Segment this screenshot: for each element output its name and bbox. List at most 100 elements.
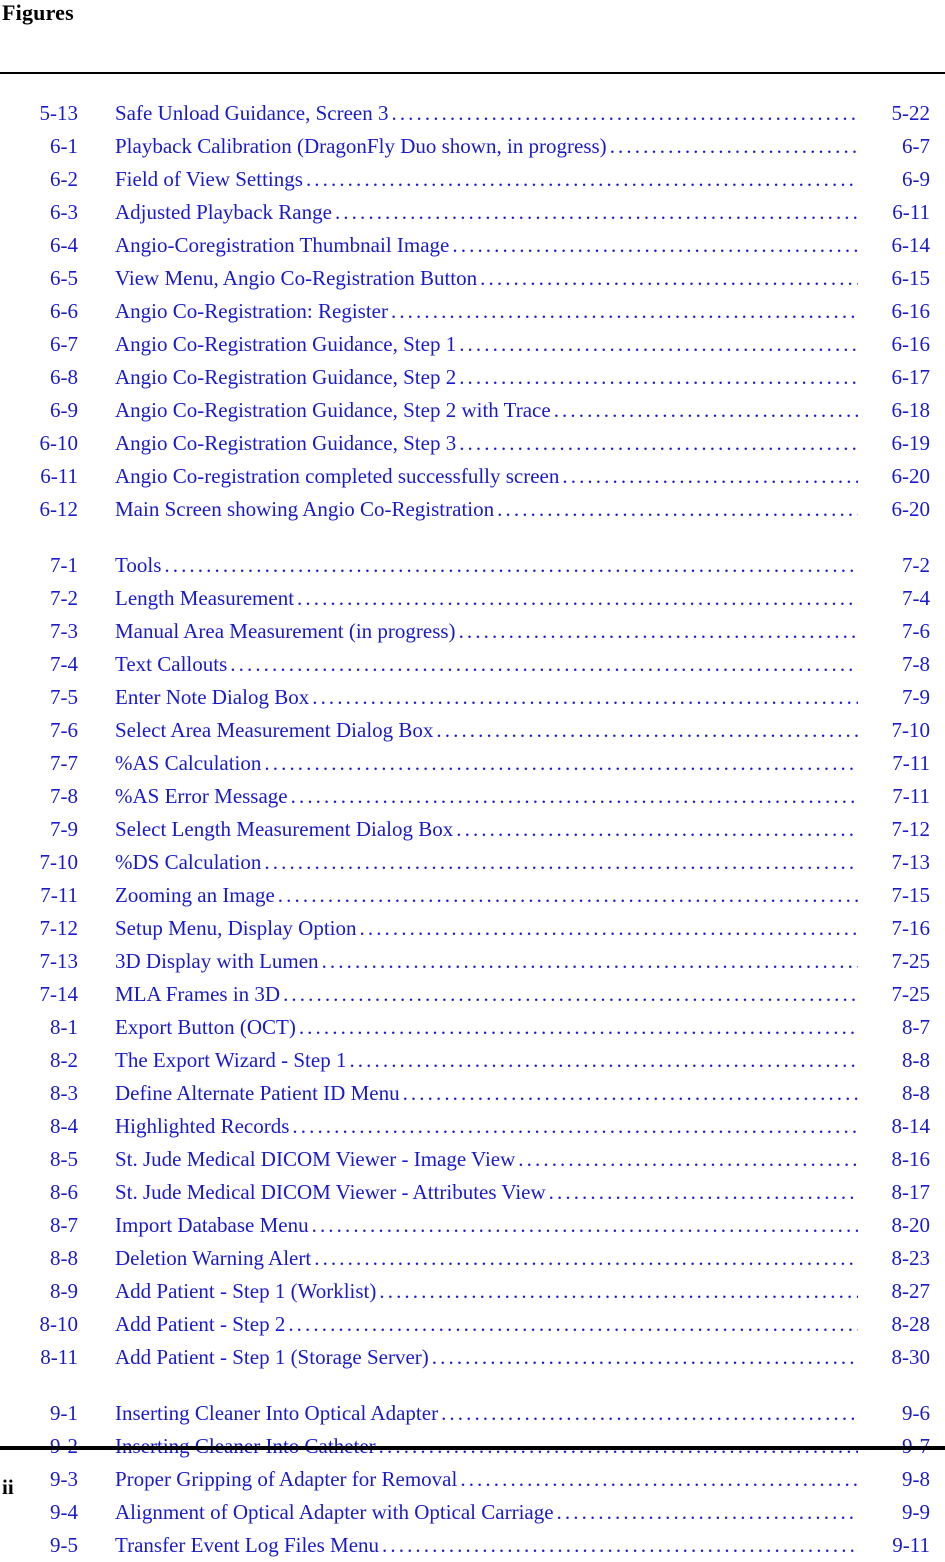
figure-entry-row[interactable]: 9-4 Alignment of Optical Adapter with Opt… <box>0 1496 945 1529</box>
figure-page-number[interactable]: 9-9 <box>858 1496 945 1529</box>
figure-page-number[interactable]: 6-15 <box>858 262 945 295</box>
figure-page-number[interactable]: 8-7 <box>858 1011 945 1044</box>
figure-page-number[interactable]: 8-27 <box>858 1275 945 1308</box>
figure-page-number[interactable]: 9-8 <box>858 1463 945 1496</box>
figure-entry-row[interactable]: 7-7 %AS Calculation......................… <box>0 747 945 780</box>
figure-page-number[interactable]: 9-6 <box>858 1397 945 1430</box>
figure-page-number[interactable]: 7-2 <box>858 549 945 582</box>
figure-title[interactable]: Angio Co-Registration Guidance, Step 2 w… <box>115 394 551 427</box>
figure-page-number[interactable]: 5-22 <box>858 97 945 130</box>
figure-page-number[interactable]: 8-30 <box>858 1341 945 1374</box>
figure-entry-row[interactable]: 7-10 %DS Calculation.....................… <box>0 846 945 879</box>
figure-entry-row[interactable]: 7-5 Enter Note Dialog Box................… <box>0 681 945 714</box>
figure-entry-row[interactable]: 7-13 3D Display with Lumen...............… <box>0 945 945 978</box>
figure-title[interactable]: Define Alternate Patient ID Menu <box>115 1077 400 1110</box>
figure-page-number[interactable]: 7-15 <box>858 879 945 912</box>
figure-page-number[interactable]: 7-11 <box>858 747 945 780</box>
figure-page-number[interactable]: 6-16 <box>858 295 945 328</box>
figure-page-number[interactable]: 7-9 <box>858 681 945 714</box>
figure-title[interactable]: Inserting Cleaner Into Optical Adapter <box>115 1397 438 1430</box>
figure-title[interactable]: Add Patient - Step 2 <box>115 1308 285 1341</box>
figure-title[interactable]: Length Measurement <box>115 582 294 615</box>
figure-entry-row[interactable]: 6-2 Field of View Settings...............… <box>0 163 945 196</box>
figure-entry-row[interactable]: 6-5 View Menu, Angio Co-Registration Butt… <box>0 262 945 295</box>
figure-entry-row[interactable]: 6-3 Adjusted Playback Range..............… <box>0 196 945 229</box>
figure-title[interactable]: Angio Co-Registration Guidance, Step 3 <box>115 427 456 460</box>
figure-title[interactable]: %DS Calculation <box>115 846 261 879</box>
figure-page-number[interactable]: 6-14 <box>858 229 945 262</box>
figure-entry-row[interactable]: 8-11 Add Patient - Step 1 (Storage Server… <box>0 1341 945 1374</box>
figure-title[interactable]: Select Area Measurement Dialog Box <box>115 714 433 747</box>
figure-entry-row[interactable]: 8-6 St. Jude Medical DICOM Viewer - Attri… <box>0 1176 945 1209</box>
figure-entry-row[interactable]: 9-1 Inserting Cleaner Into Optical Adapte… <box>0 1397 945 1430</box>
figure-page-number[interactable]: 7-16 <box>858 912 945 945</box>
figure-page-number[interactable]: 7-8 <box>858 648 945 681</box>
figure-entry-row[interactable]: 5-13 Safe Unload Guidance, Screen 3......… <box>0 97 945 130</box>
figure-title[interactable]: The Export Wizard - Step 1 <box>115 1044 346 1077</box>
figure-title[interactable]: Add Patient - Step 1 (Worklist) <box>115 1275 376 1308</box>
figure-title[interactable]: Adjusted Playback Range <box>115 196 332 229</box>
figure-page-number[interactable]: 8-16 <box>858 1143 945 1176</box>
figure-title[interactable]: Import Database Menu <box>115 1209 309 1242</box>
figure-page-number[interactable]: 6-20 <box>858 493 945 526</box>
figure-title[interactable]: 3D Display with Lumen <box>115 945 319 978</box>
figure-entry-row[interactable]: 7-8 %AS Error Message....................… <box>0 780 945 813</box>
figure-entry-row[interactable]: 8-2 The Export Wizard - Step 1...........… <box>0 1044 945 1077</box>
figure-entry-row[interactable]: 6-11 Angio Co-registration completed succ… <box>0 460 945 493</box>
figure-page-number[interactable]: 6-18 <box>858 394 945 427</box>
figure-entry-row[interactable]: 8-1 Export Button (OCT)..................… <box>0 1011 945 1044</box>
figure-entry-row[interactable]: 7-11 Zooming an Image....................… <box>0 879 945 912</box>
figure-entry-row[interactable]: 6-8 Angio Co-Registration Guidance, Step … <box>0 361 945 394</box>
figure-title[interactable]: St. Jude Medical DICOM Viewer - Image Vi… <box>115 1143 515 1176</box>
figure-entry-row[interactable]: 6-12 Main Screen showing Angio Co-Registr… <box>0 493 945 526</box>
figure-entry-row[interactable]: 9-5 Transfer Event Log Files Menu........… <box>0 1529 945 1562</box>
figure-entry-row[interactable]: 6-9 Angio Co-Registration Guidance, Step … <box>0 394 945 427</box>
figure-title[interactable]: Select Length Measurement Dialog Box <box>115 813 453 846</box>
figure-entry-row[interactable]: 8-3 Define Alternate Patient ID Menu.....… <box>0 1077 945 1110</box>
figure-entry-row[interactable]: 7-2 Length Measurement...................… <box>0 582 945 615</box>
figure-page-number[interactable]: 6-20 <box>858 460 945 493</box>
figure-title[interactable]: %AS Error Message <box>115 780 288 813</box>
figure-page-number[interactable]: 6-9 <box>858 163 945 196</box>
figure-title[interactable]: %AS Calculation <box>115 747 261 780</box>
figure-entry-row[interactable]: 8-9 Add Patient - Step 1 (Worklist)......… <box>0 1275 945 1308</box>
figure-entry-row[interactable]: 7-3 Manual Area Measurement (in progress)… <box>0 615 945 648</box>
figure-page-number[interactable]: 6-17 <box>858 361 945 394</box>
figure-page-number[interactable]: 7-10 <box>858 714 945 747</box>
figure-title[interactable]: St. Jude Medical DICOM Viewer - Attribut… <box>115 1176 546 1209</box>
figure-page-number[interactable]: 6-11 <box>858 196 945 229</box>
figure-page-number[interactable]: 6-16 <box>858 328 945 361</box>
figure-entry-row[interactable]: 8-4 Highlighted Records..................… <box>0 1110 945 1143</box>
figure-title[interactable]: Add Patient - Step 1 (Storage Server) <box>115 1341 429 1374</box>
figure-title[interactable]: Field of View Settings <box>115 163 303 196</box>
figure-title[interactable]: Transfer Event Log Files Menu <box>115 1529 379 1562</box>
figure-page-number[interactable]: 8-8 <box>858 1077 945 1110</box>
figure-title[interactable]: Zooming an Image <box>115 879 275 912</box>
figure-entry-row[interactable]: 6-1 Playback Calibration (DragonFly Duo s… <box>0 130 945 163</box>
figure-title[interactable]: Enter Note Dialog Box <box>115 681 309 714</box>
figure-title[interactable]: Angio Co-Registration Guidance, Step 2 <box>115 361 456 394</box>
figure-title[interactable]: Main Screen showing Angio Co-Registratio… <box>115 493 494 526</box>
figure-entry-row[interactable]: 7-1 Tools................................… <box>0 549 945 582</box>
figure-page-number[interactable]: 7-6 <box>858 615 945 648</box>
figure-title[interactable]: Text Callouts <box>115 648 227 681</box>
figure-page-number[interactable]: 7-4 <box>858 582 945 615</box>
figure-title[interactable]: Angio-Coregistration Thumbnail Image <box>115 229 449 262</box>
figure-page-number[interactable]: 7-11 <box>858 780 945 813</box>
figure-page-number[interactable]: 7-13 <box>858 846 945 879</box>
figure-entry-row[interactable]: 6-6 Angio Co-Registration: Register......… <box>0 295 945 328</box>
figure-title[interactable]: Setup Menu, Display Option <box>115 912 357 945</box>
figure-entry-row[interactable]: 7-6 Select Area Measurement Dialog Box...… <box>0 714 945 747</box>
figure-entry-row[interactable]: 8-5 St. Jude Medical DICOM Viewer - Image… <box>0 1143 945 1176</box>
figure-entry-row[interactable]: 7-14 MLA Frames in 3D....................… <box>0 978 945 1011</box>
figure-entry-row[interactable]: 7-9 Select Length Measurement Dialog Box.… <box>0 813 945 846</box>
figure-page-number[interactable]: 8-23 <box>858 1242 945 1275</box>
figure-page-number[interactable]: 6-7 <box>858 130 945 163</box>
figure-title[interactable]: Safe Unload Guidance, Screen 3 <box>115 97 388 130</box>
figure-entry-row[interactable]: 7-12 Setup Menu, Display Option..........… <box>0 912 945 945</box>
figure-entry-row[interactable]: 7-4 Text Callouts........................… <box>0 648 945 681</box>
figure-title[interactable]: Alignment of Optical Adapter with Optica… <box>115 1496 554 1529</box>
figure-title[interactable]: Deletion Warning Alert <box>115 1242 311 1275</box>
figure-page-number[interactable]: 7-25 <box>858 978 945 1011</box>
figure-title[interactable]: Angio Co-registration completed successf… <box>115 460 559 493</box>
